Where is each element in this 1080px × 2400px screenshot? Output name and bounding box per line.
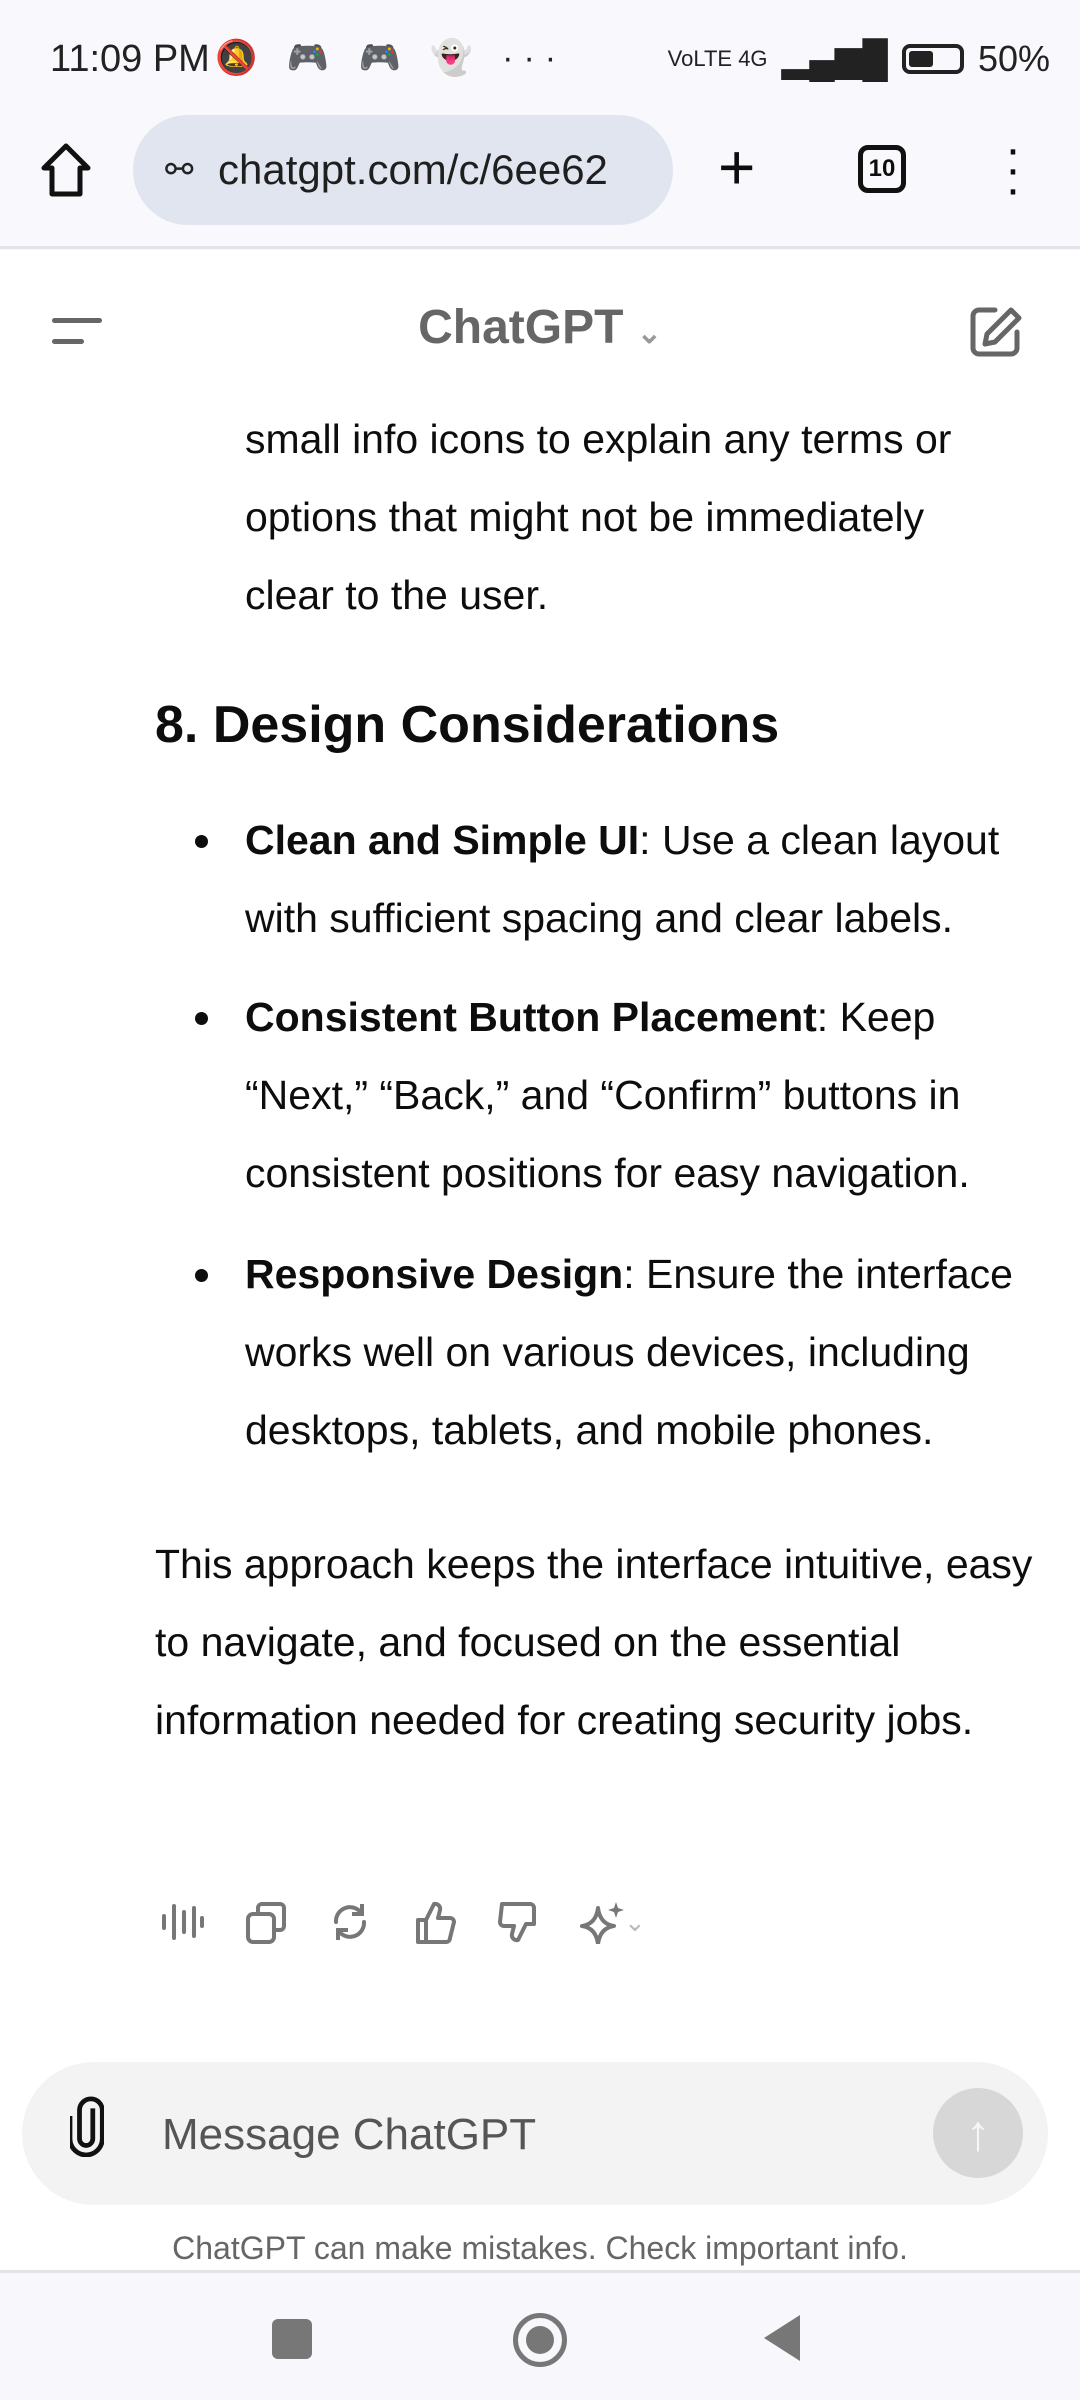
notification-icons: 🔕 🎮 🎮 👻 ··· [215, 39, 567, 77]
message-actions: ⌄ [160, 1900, 646, 1944]
disclaimer: ChatGPT can make mistakes. Check importa… [172, 2230, 908, 2266]
tab-switcher-button[interactable]: 10 [858, 145, 906, 193]
message-placeholder: Message ChatGPT [162, 2110, 537, 2159]
site-settings-icon[interactable]: ⚯ [165, 150, 194, 190]
model-selector[interactable]: ChatGPT ⌄ [0, 300, 1080, 355]
send-button[interactable]: ↑ [933, 2088, 1023, 2178]
battery-icon [901, 44, 964, 74]
bullet-item: Responsive Design: Ensure the interface … [195, 1235, 1065, 1469]
intro-paragraph: small info icons to explain any terms or… [245, 400, 1065, 634]
thumbs-down-icon[interactable] [496, 1900, 540, 1944]
bullet-item: Clean and Simple UI: Use a clean layout … [195, 801, 1065, 957]
battery-percent: 50% [977, 38, 1050, 79]
sparkle-icon [580, 1902, 624, 1944]
bullet-dot [195, 1269, 208, 1282]
bullet-title: Consistent Button Placement [245, 994, 817, 1040]
new-tab-icon[interactable]: + [718, 135, 755, 199]
bullet-dot [195, 1012, 208, 1025]
copy-icon[interactable] [244, 1900, 288, 1944]
bullet-dot [195, 835, 208, 848]
back-button[interactable] [760, 2313, 804, 2363]
bullet-item: Consistent Button Placement: Keep “Next,… [195, 978, 1065, 1212]
read-aloud-icon[interactable] [160, 1900, 204, 1944]
bullet-title: Responsive Design [245, 1251, 624, 1297]
network-icon: VoLTE 4G [667, 46, 768, 71]
new-chat-icon[interactable] [965, 302, 1025, 362]
section-heading: 8. Design Considerations [155, 696, 780, 754]
header-title: ChatGPT [418, 301, 624, 354]
signal-icon: ▂▄▆█ [781, 38, 888, 79]
status-right: VoLTE 4G ▂▄▆█ 50% [668, 38, 1050, 80]
chevron-down-icon: ⌄ [624, 1906, 646, 1937]
text-line: small info icons to explain any terms or [245, 416, 952, 462]
url-bar[interactable]: chatgpt.com/c/6ee62 [133, 115, 673, 225]
thumbs-up-icon[interactable] [412, 1900, 456, 1944]
closing-paragraph: This approach keeps the interface intuit… [155, 1541, 1033, 1743]
chevron-down-icon: ⌄ [636, 317, 662, 350]
more-menu-icon[interactable]: · · · [998, 126, 1028, 214]
system-nav-bar [0, 2270, 1080, 2400]
divider [0, 246, 1080, 249]
model-switch-button[interactable]: ⌄ [580, 1900, 646, 1944]
recents-button[interactable] [272, 2319, 312, 2359]
attach-icon[interactable] [70, 2095, 104, 2157]
home-button[interactable] [513, 2313, 567, 2367]
status-time: 11:09 PM [50, 38, 210, 80]
bullet-title: Clean and Simple UI [245, 817, 640, 863]
arrow-up-icon: ↑ [965, 2105, 991, 2161]
text-line: options that might not be immediately [245, 494, 925, 540]
home-icon[interactable] [38, 140, 94, 200]
text-line: clear to the user. [245, 572, 549, 618]
regenerate-icon[interactable] [328, 1900, 372, 1944]
url-text: chatgpt.com/c/6ee62 [218, 146, 608, 193]
